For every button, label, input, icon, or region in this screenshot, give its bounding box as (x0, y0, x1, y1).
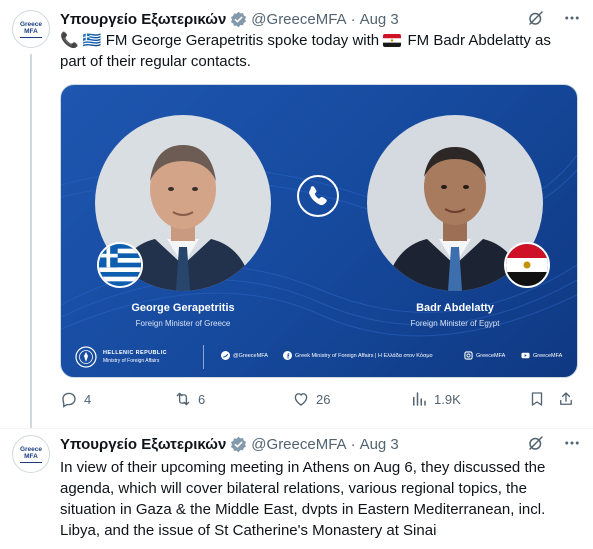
avatar[interactable]: Greece MFA (12, 435, 50, 473)
reply-button[interactable]: 4 (60, 386, 91, 412)
author-handle[interactable]: @GreeceMFA (251, 11, 346, 28)
phone-icon (297, 175, 339, 217)
tweet[interactable]: Greece MFA Υπουργείο Εξωτερικών @GreeceM… (0, 0, 593, 428)
card-left-title: Foreign Minister of Greece (135, 319, 231, 328)
share-icon (560, 392, 572, 405)
repost-icon (176, 392, 190, 406)
egypt-flag-badge (504, 242, 550, 288)
tweet-time[interactable]: Aug 3 (360, 11, 399, 28)
like-count: 26 (316, 391, 331, 407)
footer-facebook-page: Greek Ministry of Foreign Affairs | Η Ελ… (295, 352, 433, 359)
tweet-header: Υπουργείο Εξωτερικών @GreeceMFA · Aug 3 (60, 9, 581, 29)
tweet-text: 📞 🇬🇷 FM George Gerapetritis spoke today … (60, 30, 579, 72)
tweet-text: In view of their upcoming meeting in Ath… (60, 459, 546, 539)
card-right-name: Badr Abdelatty (416, 302, 494, 314)
grok-icon[interactable] (527, 9, 545, 27)
more-icon[interactable] (563, 434, 581, 452)
separator-dot: · (350, 435, 356, 453)
avatar-text-line2: MFA (24, 27, 38, 35)
bookmark-icon (531, 392, 543, 406)
card-left-name: George Gerapetritis (131, 302, 235, 314)
reply-count: 4 (84, 391, 92, 407)
like-button[interactable]: 26 (292, 386, 330, 412)
repost-button[interactable]: 6 (174, 386, 205, 412)
repost-count: 6 (198, 391, 206, 407)
views-icon (413, 392, 426, 406)
verified-icon (231, 11, 247, 27)
views-button[interactable]: 1.9K (410, 386, 461, 412)
tweet[interactable]: Greece MFA Υπουργείο Εξωτερικών @GreeceM… (0, 428, 593, 549)
twitter-icon (221, 351, 230, 360)
media-card[interactable]: George Gerapetritis Foreign Minister of … (60, 84, 578, 378)
like-icon (294, 393, 308, 406)
author-name[interactable]: Υπουργείο Εξωτερικών (60, 436, 226, 453)
tweet-actions: 4 6 26 1.9K (60, 386, 581, 412)
hellenic-republic-seal-icon (75, 346, 97, 368)
footer-divider (203, 345, 204, 369)
more-icon[interactable] (563, 9, 581, 27)
egypt-flag-emoji (383, 34, 402, 47)
tweet-text-part-a: 🇬🇷 FM George Gerapetritis spoke today wi… (82, 32, 380, 49)
footer-ministry: Ministry of Foreign Affairs (103, 358, 160, 364)
verified-icon (231, 436, 247, 452)
author-handle[interactable]: @GreeceMFA (251, 436, 346, 453)
avatar-rule (20, 461, 42, 463)
footer-facebook: Greek Ministry of Foreign Affairs | Η Ελ… (283, 351, 433, 360)
footer-twitter: @GreeceMFA (221, 351, 268, 360)
avatar-text-line2: MFA (24, 452, 38, 460)
footer-twitter-handle: @GreeceMFA (233, 352, 268, 359)
footer-youtube-channel: GreeceMFA (533, 352, 563, 359)
tweet-time[interactable]: Aug 3 (360, 436, 399, 453)
views-count: 1.9K (434, 391, 461, 407)
card-footer: HELLENIC REPUBLIC Ministry of Foreign Af… (61, 337, 577, 377)
bookmark-button[interactable] (528, 386, 546, 412)
footer-youtube: GreeceMFA (521, 351, 562, 360)
footer-instagram-handle: GreeceMFA (476, 352, 506, 359)
separator-dot: · (350, 10, 356, 28)
youtube-icon (521, 352, 530, 359)
footer-instagram: GreeceMFA (464, 351, 505, 360)
grok-icon[interactable] (527, 434, 545, 452)
telephone-emoji: 📞 (60, 32, 79, 49)
thread-line (30, 54, 32, 428)
reply-icon (62, 392, 76, 408)
facebook-icon (283, 351, 292, 360)
avatar-rule (20, 36, 42, 38)
greece-flag-badge (97, 242, 143, 288)
tweet-header: Υπουργείο Εξωτερικών @GreeceMFA · Aug 3 (60, 434, 581, 454)
avatar-text-line1: Greece (19, 445, 43, 453)
card-right-title: Foreign Minister of Egypt (410, 319, 500, 328)
share-button[interactable] (557, 386, 575, 412)
instagram-icon (464, 351, 473, 360)
avatar-text-line1: Greece (19, 20, 43, 28)
avatar[interactable]: Greece MFA (12, 10, 50, 48)
author-name[interactable]: Υπουργείο Εξωτερικών (60, 11, 226, 28)
footer-republic: HELLENIC REPUBLIC (103, 350, 167, 356)
